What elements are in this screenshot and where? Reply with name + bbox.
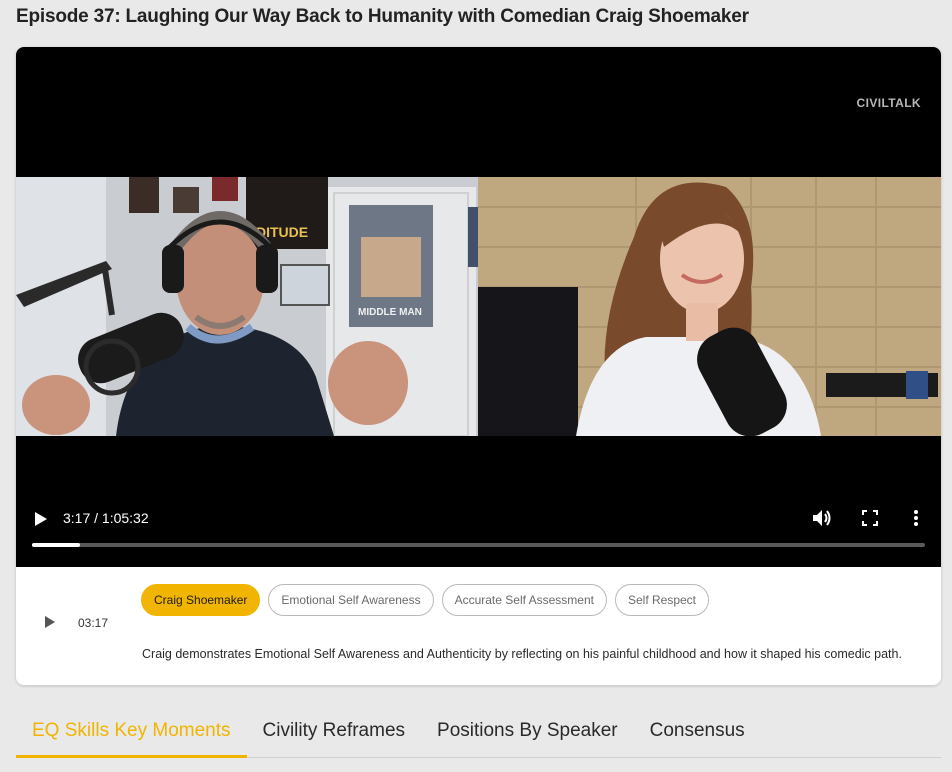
tab-positions-by-speaker[interactable]: Positions By Speaker xyxy=(421,712,634,758)
time-display: 3:17 / 1:05:32 xyxy=(63,510,149,526)
play-icon[interactable] xyxy=(34,511,48,532)
volume-icon[interactable] xyxy=(812,509,832,532)
tab-bar: EQ Skills Key Moments Civility Reframes … xyxy=(16,712,941,758)
progress-bar[interactable] xyxy=(32,543,925,547)
tag-skill[interactable]: Self Respect xyxy=(614,584,710,616)
progress-fill xyxy=(32,543,81,547)
more-options-icon[interactable] xyxy=(913,509,919,532)
tag-speaker[interactable]: Craig Shoemaker xyxy=(141,584,261,616)
moment-tags: Craig Shoemaker Emotional Self Awareness… xyxy=(141,584,710,616)
video-watermark: CIVILTALK xyxy=(856,96,921,110)
video-controls: 3:17 / 1:05:32 xyxy=(16,497,941,557)
moment-timestamp[interactable]: 03:17 xyxy=(78,616,108,630)
tab-civility-reframes[interactable]: Civility Reframes xyxy=(247,712,422,758)
page-title: Episode 37: Laughing Our Way Back to Hum… xyxy=(16,6,749,27)
video-player[interactable]: CIVILTALK DITUDE MIDDLE MAN 3:17 / 1:05:… xyxy=(16,47,941,567)
tag-skill[interactable]: Emotional Self Awareness xyxy=(268,584,434,616)
tab-consensus[interactable]: Consensus xyxy=(634,712,761,758)
moment-play-icon[interactable] xyxy=(44,615,56,634)
player-card: CIVILTALK DITUDE MIDDLE MAN 3:17 / 1:05:… xyxy=(16,47,941,685)
video-frame: DITUDE MIDDLE MAN xyxy=(16,177,941,436)
svg-text:MIDDLE MAN: MIDDLE MAN xyxy=(358,307,422,318)
tab-eq-skills-key-moments[interactable]: EQ Skills Key Moments xyxy=(16,712,247,758)
fullscreen-icon[interactable] xyxy=(862,510,878,531)
key-moment: 03:17 Craig Shoemaker Emotional Self Awa… xyxy=(16,567,941,685)
moment-description: Craig demonstrates Emotional Self Awaren… xyxy=(142,647,902,661)
tag-skill[interactable]: Accurate Self Assessment xyxy=(441,584,607,616)
